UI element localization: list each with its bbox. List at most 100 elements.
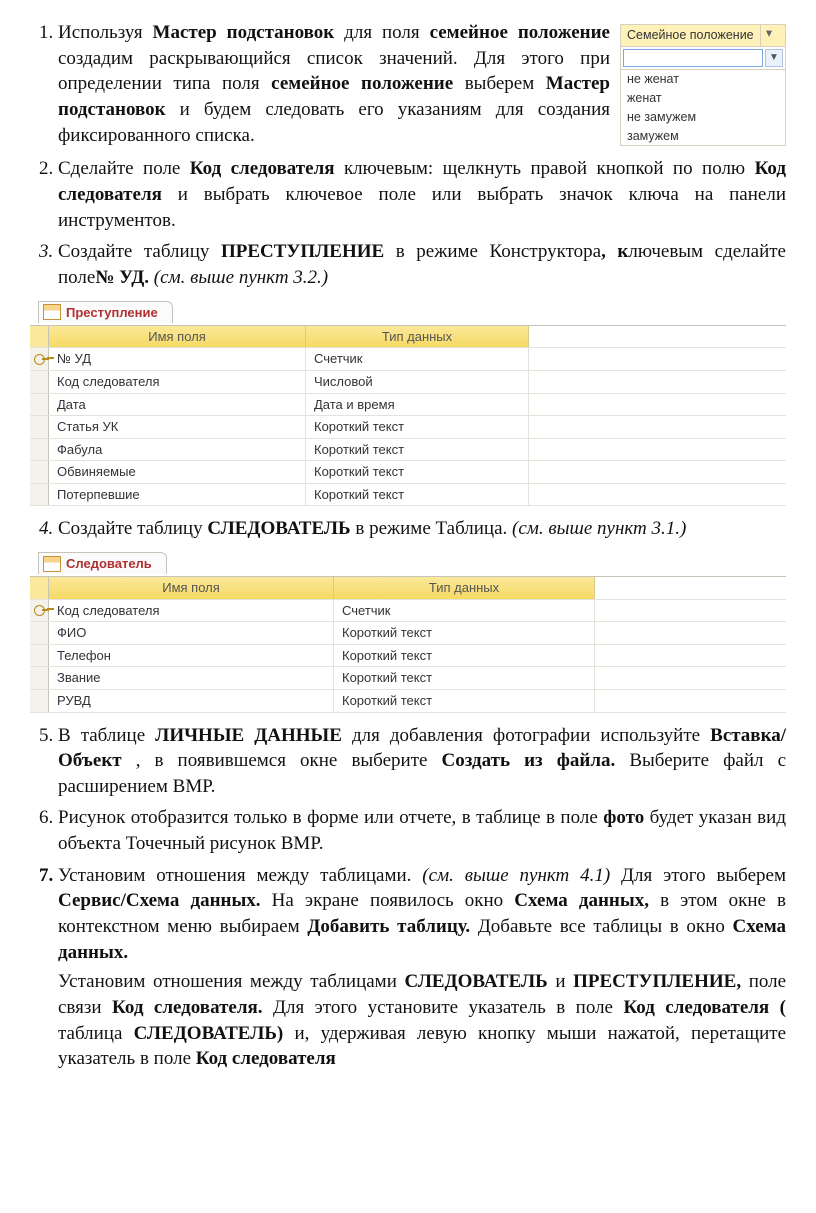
dropdown-option[interactable]: не замужем — [621, 108, 785, 127]
dropdown-input[interactable] — [623, 49, 763, 67]
text: Для этого выберем — [621, 865, 786, 886]
text: (см. выше пункт 4.1) — [422, 865, 610, 886]
field-name-cell[interactable]: Потерпевшие — [49, 484, 306, 506]
dropdown-option[interactable]: женат — [621, 89, 785, 108]
field-name-cell[interactable]: Обвиняемые — [49, 461, 306, 483]
text: ПРЕСТУПЛЕНИЕ, — [573, 971, 741, 992]
table-row[interactable]: Код следователяЧисловой — [30, 371, 786, 394]
row-selector — [30, 577, 49, 599]
row-selector[interactable] — [30, 371, 49, 393]
row-selector — [30, 326, 49, 348]
table-name: Следователь — [66, 555, 152, 573]
text: и — [555, 971, 573, 992]
row-selector[interactable] — [30, 622, 49, 644]
list-item: Сделайте поле Код следователя ключевым: … — [58, 156, 786, 233]
field-type-cell[interactable]: Счетчик — [306, 348, 529, 370]
table-row[interactable]: ЗваниеКороткий текст — [30, 667, 786, 690]
row-selector[interactable] — [30, 484, 49, 506]
text: Добавить таблицу. — [307, 916, 470, 937]
paragraph: Установим отношения между таблицами СЛЕД… — [58, 969, 786, 1072]
text: Сделайте поле — [58, 158, 190, 179]
table-row[interactable]: ФабулаКороткий текст — [30, 439, 786, 462]
text: выберем — [465, 73, 546, 94]
table-row[interactable]: ОбвиняемыеКороткий текст — [30, 461, 786, 484]
field-name-cell[interactable]: Дата — [49, 394, 306, 416]
table-row[interactable]: ТелефонКороткий текст — [30, 645, 786, 668]
text: Установим отношения между таблицами. — [58, 865, 422, 886]
field-type-cell[interactable]: Короткий текст — [306, 461, 529, 483]
table-row[interactable]: Статья УККороткий текст — [30, 416, 786, 439]
field-name-cell[interactable]: Код следователя — [49, 371, 306, 393]
row-selector[interactable] — [30, 439, 49, 461]
dropdown-option[interactable]: замужем — [621, 127, 785, 146]
text: Код следователя. — [112, 997, 263, 1018]
text: для поля — [344, 22, 429, 43]
row-selector[interactable] — [30, 667, 49, 689]
field-type-cell[interactable]: Короткий текст — [334, 645, 595, 667]
list-item: Создайте таблицу СЛЕДОВАТЕЛЬ в режиме Та… — [58, 516, 786, 712]
text: (см. выше пункт 3.1.) — [512, 518, 686, 539]
list-item: Рисунок отобразится только в форме или о… — [58, 805, 786, 856]
field-type-cell[interactable]: Счетчик — [334, 600, 595, 622]
table-row[interactable]: РУВДКороткий текст — [30, 690, 786, 713]
field-name-cell[interactable]: Код следователя — [49, 600, 334, 622]
col-header-type: Тип данных — [334, 577, 595, 599]
field-type-cell[interactable]: Дата и время — [306, 394, 529, 416]
text: , в появившемся окне выберите — [136, 750, 442, 771]
field-name-cell[interactable]: Телефон — [49, 645, 334, 667]
field-type-cell[interactable]: Короткий текст — [334, 667, 595, 689]
field-name-cell[interactable]: РУВД — [49, 690, 334, 712]
text: Схема данных, — [514, 890, 649, 911]
table-row[interactable]: ПотерпевшиеКороткий текст — [30, 484, 786, 507]
field-type-cell[interactable]: Короткий текст — [334, 622, 595, 644]
field-type-cell[interactable]: Короткий текст — [306, 439, 529, 461]
marital-status-dropdown: Семейное положение ▾ ▼ не женат женат не… — [620, 24, 786, 146]
field-name-cell[interactable]: Фабула — [49, 439, 306, 461]
page: Семейное положение ▾ ▼ не женат женат не… — [0, 0, 816, 1118]
table-row[interactable]: Код следователяСчетчик — [30, 600, 786, 623]
row-selector[interactable] — [30, 394, 49, 416]
field-type-cell[interactable]: Числовой — [306, 371, 529, 393]
table-design-sledovatel: Следователь Имя поляТип данныхКод следов… — [30, 552, 786, 713]
row-selector[interactable] — [30, 416, 49, 438]
list-item: В таблице ЛИЧНЫЕ ДАННЫЕ для добавления ф… — [58, 723, 786, 800]
field-type-cell[interactable]: Короткий текст — [306, 484, 529, 506]
text: Для этого установите указатель в поле — [273, 997, 623, 1018]
list-item: Создайте таблицу ПРЕСТУПЛЕНИЕ в режиме К… — [58, 239, 786, 506]
row-selector[interactable] — [30, 645, 49, 667]
row-selector[interactable] — [30, 600, 49, 622]
text: Код следователя — [190, 158, 335, 179]
field-name-cell[interactable]: ФИО — [49, 622, 334, 644]
text: ПРЕСТУПЛЕНИЕ — [221, 241, 384, 262]
field-type-cell[interactable]: Короткий текст — [334, 690, 595, 712]
dropdown-toggle-button[interactable]: ▼ — [765, 49, 783, 67]
row-selector[interactable] — [30, 461, 49, 483]
text: фото — [603, 807, 644, 828]
list-item: Установим отношения между таблицами. (см… — [58, 863, 786, 1072]
text: СЛЕДОВАТЕЛЬ) — [134, 1023, 284, 1044]
table-row[interactable]: № УДСчетчик — [30, 348, 786, 371]
dropdown-option[interactable]: не женат — [621, 70, 785, 89]
text: На экране появилось окно — [272, 890, 515, 911]
field-name-cell[interactable]: № УД — [49, 348, 306, 370]
text: семейное положение — [271, 73, 453, 94]
table-tab[interactable]: Следователь — [38, 552, 167, 575]
text: для добавления фотографии используйте — [352, 725, 710, 746]
text: Установим отношения между таблицами — [58, 971, 404, 992]
table-row[interactable]: ДатаДата и время — [30, 394, 786, 417]
text: Создать из файла. — [442, 750, 616, 771]
row-selector[interactable] — [30, 690, 49, 712]
table-tab[interactable]: Преступление — [38, 301, 173, 324]
primary-key-icon — [34, 354, 45, 365]
sort-arrow-icon[interactable]: ▾ — [761, 25, 777, 46]
row-selector[interactable] — [30, 348, 49, 370]
text: СЛЕДОВАТЕЛЬ — [404, 971, 547, 992]
field-name-cell[interactable]: Статья УК — [49, 416, 306, 438]
table-row[interactable]: ФИОКороткий текст — [30, 622, 786, 645]
field-name-cell[interactable]: Звание — [49, 667, 334, 689]
field-type-cell[interactable]: Короткий текст — [306, 416, 529, 438]
table-icon — [43, 556, 61, 572]
primary-key-icon — [34, 605, 45, 616]
text: Мастер подстановок — [153, 22, 335, 43]
table-header-row: Имя поляТип данных — [30, 577, 786, 600]
